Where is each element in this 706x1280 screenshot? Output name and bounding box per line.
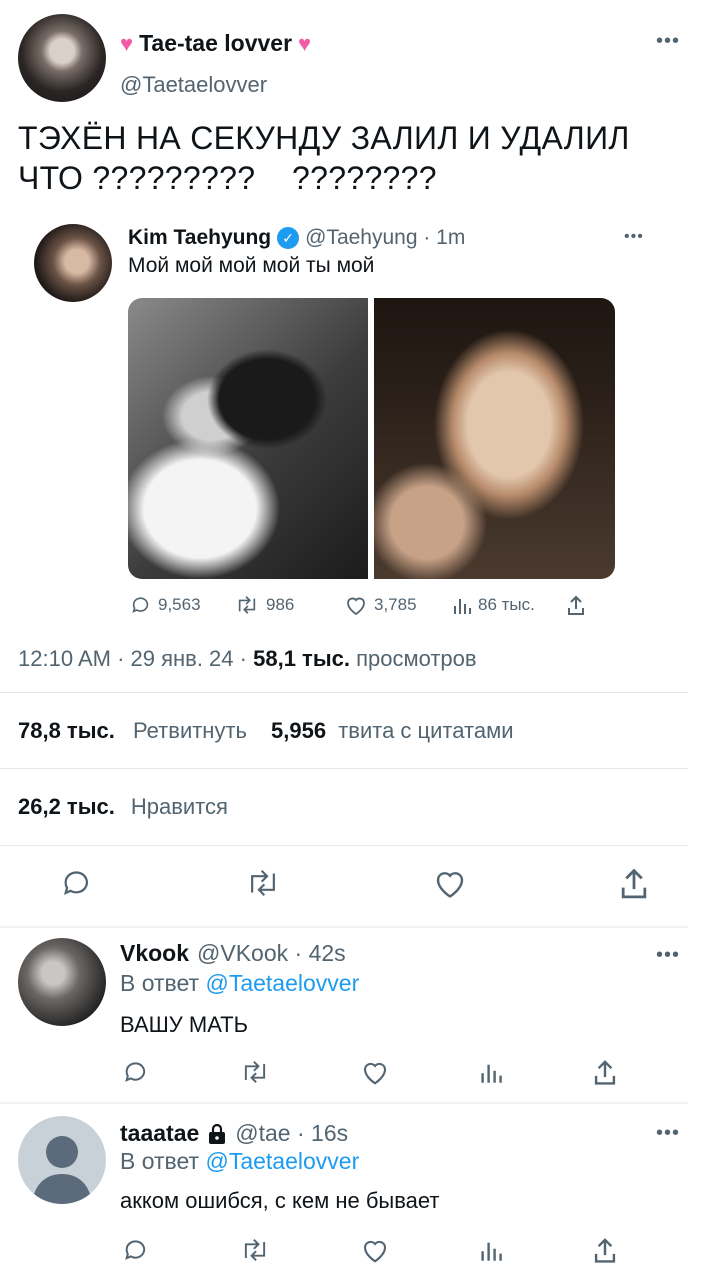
reply-header[interactable]: Vkook @VKook · 42s (120, 940, 346, 967)
reply-text: акком ошибся, с кем не бывает (120, 1188, 440, 1213)
divider (0, 1102, 688, 1104)
quoted-retweet-stat[interactable]: 986 (234, 594, 344, 616)
reply-author-name: Vkook (120, 940, 190, 966)
retweet-icon (244, 1239, 266, 1261)
more-icon[interactable]: ••• (656, 1122, 680, 1145)
likes-stat[interactable]: 26,2 тыс. Нравится (18, 794, 228, 820)
like-icon (363, 1240, 387, 1263)
reply-text: ВАШУ МАТЬ (120, 1012, 249, 1037)
default-avatar-icon (32, 1136, 92, 1204)
quotes-stat[interactable]: 5,956 твита с цитатами (271, 718, 513, 744)
quoted-stats-bar: 9,563 986 3,785 86 тыс. (130, 594, 600, 616)
retweet-icon (238, 596, 256, 614)
retweets-stat[interactable]: 78,8 тыс. Ретвитнуть (18, 718, 247, 744)
divider (0, 692, 688, 693)
retweets-count: 78,8 тыс. (18, 718, 115, 743)
views-icon (454, 599, 471, 614)
engagement-counts: 78,8 тыс. Ретвитнуть 5,956 твита с цитат… (18, 718, 513, 744)
share-icon[interactable] (618, 866, 650, 900)
views-label: просмотров (356, 646, 477, 671)
reply-avatar[interactable] (18, 938, 106, 1026)
reply-icon (132, 597, 149, 613)
heart-emoji-icon: ♥ (298, 30, 312, 56)
reply-icon[interactable] (60, 866, 94, 900)
share-icon (594, 1060, 616, 1085)
quoted-author-name: Kim Taehyung (128, 226, 272, 249)
retweet-icon[interactable] (244, 866, 282, 900)
verified-icon: ✓ (277, 227, 300, 249)
quoted-photo[interactable] (128, 298, 368, 579)
like-icon[interactable] (432, 866, 468, 900)
views-count: 58,1 тыс. (253, 646, 350, 671)
quoted-views-stat[interactable]: 86 тыс. (452, 594, 566, 616)
reply-author-name: taaatae (120, 1120, 200, 1146)
reply-icon (125, 1240, 146, 1260)
quoted-author-avatar[interactable] (34, 224, 112, 302)
tweet-timestamp[interactable]: 12:10 AM · 29 янв. 24 · (18, 646, 247, 671)
quoted-retweet-count: 986 (266, 595, 295, 614)
retweet-icon (244, 1061, 266, 1083)
divider (0, 845, 688, 846)
reply-header[interactable]: taaatae @tae · 16s (120, 1120, 348, 1147)
more-icon[interactable]: ••• (624, 228, 644, 246)
more-icon[interactable]: ••• (656, 944, 680, 967)
quoted-views-count: 86 тыс. (478, 595, 535, 614)
reply-action-bar (122, 1058, 618, 1086)
quoted-handle-time: @Taehyung · 1m (305, 226, 466, 249)
quoted-reply-stat[interactable]: 9,563 (130, 594, 234, 616)
reply-avatar[interactable] (18, 1116, 106, 1204)
lock-icon (209, 1123, 226, 1144)
quoted-like-stat[interactable]: 3,785 (344, 594, 452, 616)
likes-label: Нравится (130, 794, 228, 819)
share-icon (568, 595, 584, 615)
reply-handle-time: @VKook · 42s (197, 940, 346, 966)
views-icon (481, 1064, 502, 1083)
reply-context: В ответ @Taetaelovver (120, 1148, 359, 1175)
quoted-like-count: 3,785 (374, 595, 417, 614)
reply-mention-link[interactable]: @Taetaelovver (205, 1148, 359, 1174)
author-name-row[interactable]: ♥ Tae-tae lovver ♥ (120, 30, 311, 57)
author-display-name: Tae-tae lovver (139, 30, 293, 56)
author-handle[interactable]: @Taetaelovver (120, 72, 267, 98)
quoted-photo[interactable] (374, 298, 615, 579)
like-icon (363, 1062, 387, 1085)
more-icon[interactable]: ••• (656, 30, 680, 53)
quoted-share-stat[interactable] (566, 594, 586, 616)
tweet-text-line: ЧТО ????????? ???????? (18, 160, 437, 196)
quoted-author-row[interactable]: Kim Taehyung ✓ @Taehyung · 1m (128, 226, 465, 250)
reply-mention-link[interactable]: @Taetaelovver (205, 970, 359, 996)
divider (0, 926, 688, 928)
tweet-text: ТЭХЁН НА СЕКУНДУ ЗАЛИЛ И УДАЛИЛ ЧТО ????… (18, 118, 688, 198)
retweets-label: Ретвитнуть (132, 718, 247, 743)
quoted-text: Мой мой мой мой ты мой (128, 254, 375, 277)
divider (0, 768, 688, 769)
likes-count: 26,2 тыс. (18, 794, 115, 819)
like-icon (347, 597, 365, 616)
tweet-action-bar (60, 866, 650, 900)
reply-prefix: В ответ (120, 1148, 200, 1174)
tweet-text-line: ТЭХЁН НА СЕКУНДУ ЗАЛИЛ И УДАЛИЛ (18, 120, 630, 156)
reply-prefix: В ответ (120, 970, 200, 996)
reply-action-bar (122, 1236, 618, 1264)
quoted-reply-count: 9,563 (158, 595, 201, 614)
heart-emoji-icon: ♥ (120, 30, 134, 56)
views-icon (481, 1242, 502, 1261)
reply-icon (125, 1062, 146, 1082)
reply-handle-time: @tae · 16s (235, 1120, 349, 1146)
tweet-meta: 12:10 AM · 29 янв. 24 · 58,1 тыс. просмо… (18, 646, 477, 672)
quotes-label: твита с цитатами (338, 718, 514, 743)
reply-context: В ответ @Taetaelovver (120, 970, 359, 997)
quotes-count: 5,956 (271, 718, 327, 743)
share-icon (594, 1238, 616, 1263)
author-avatar[interactable] (18, 14, 106, 102)
